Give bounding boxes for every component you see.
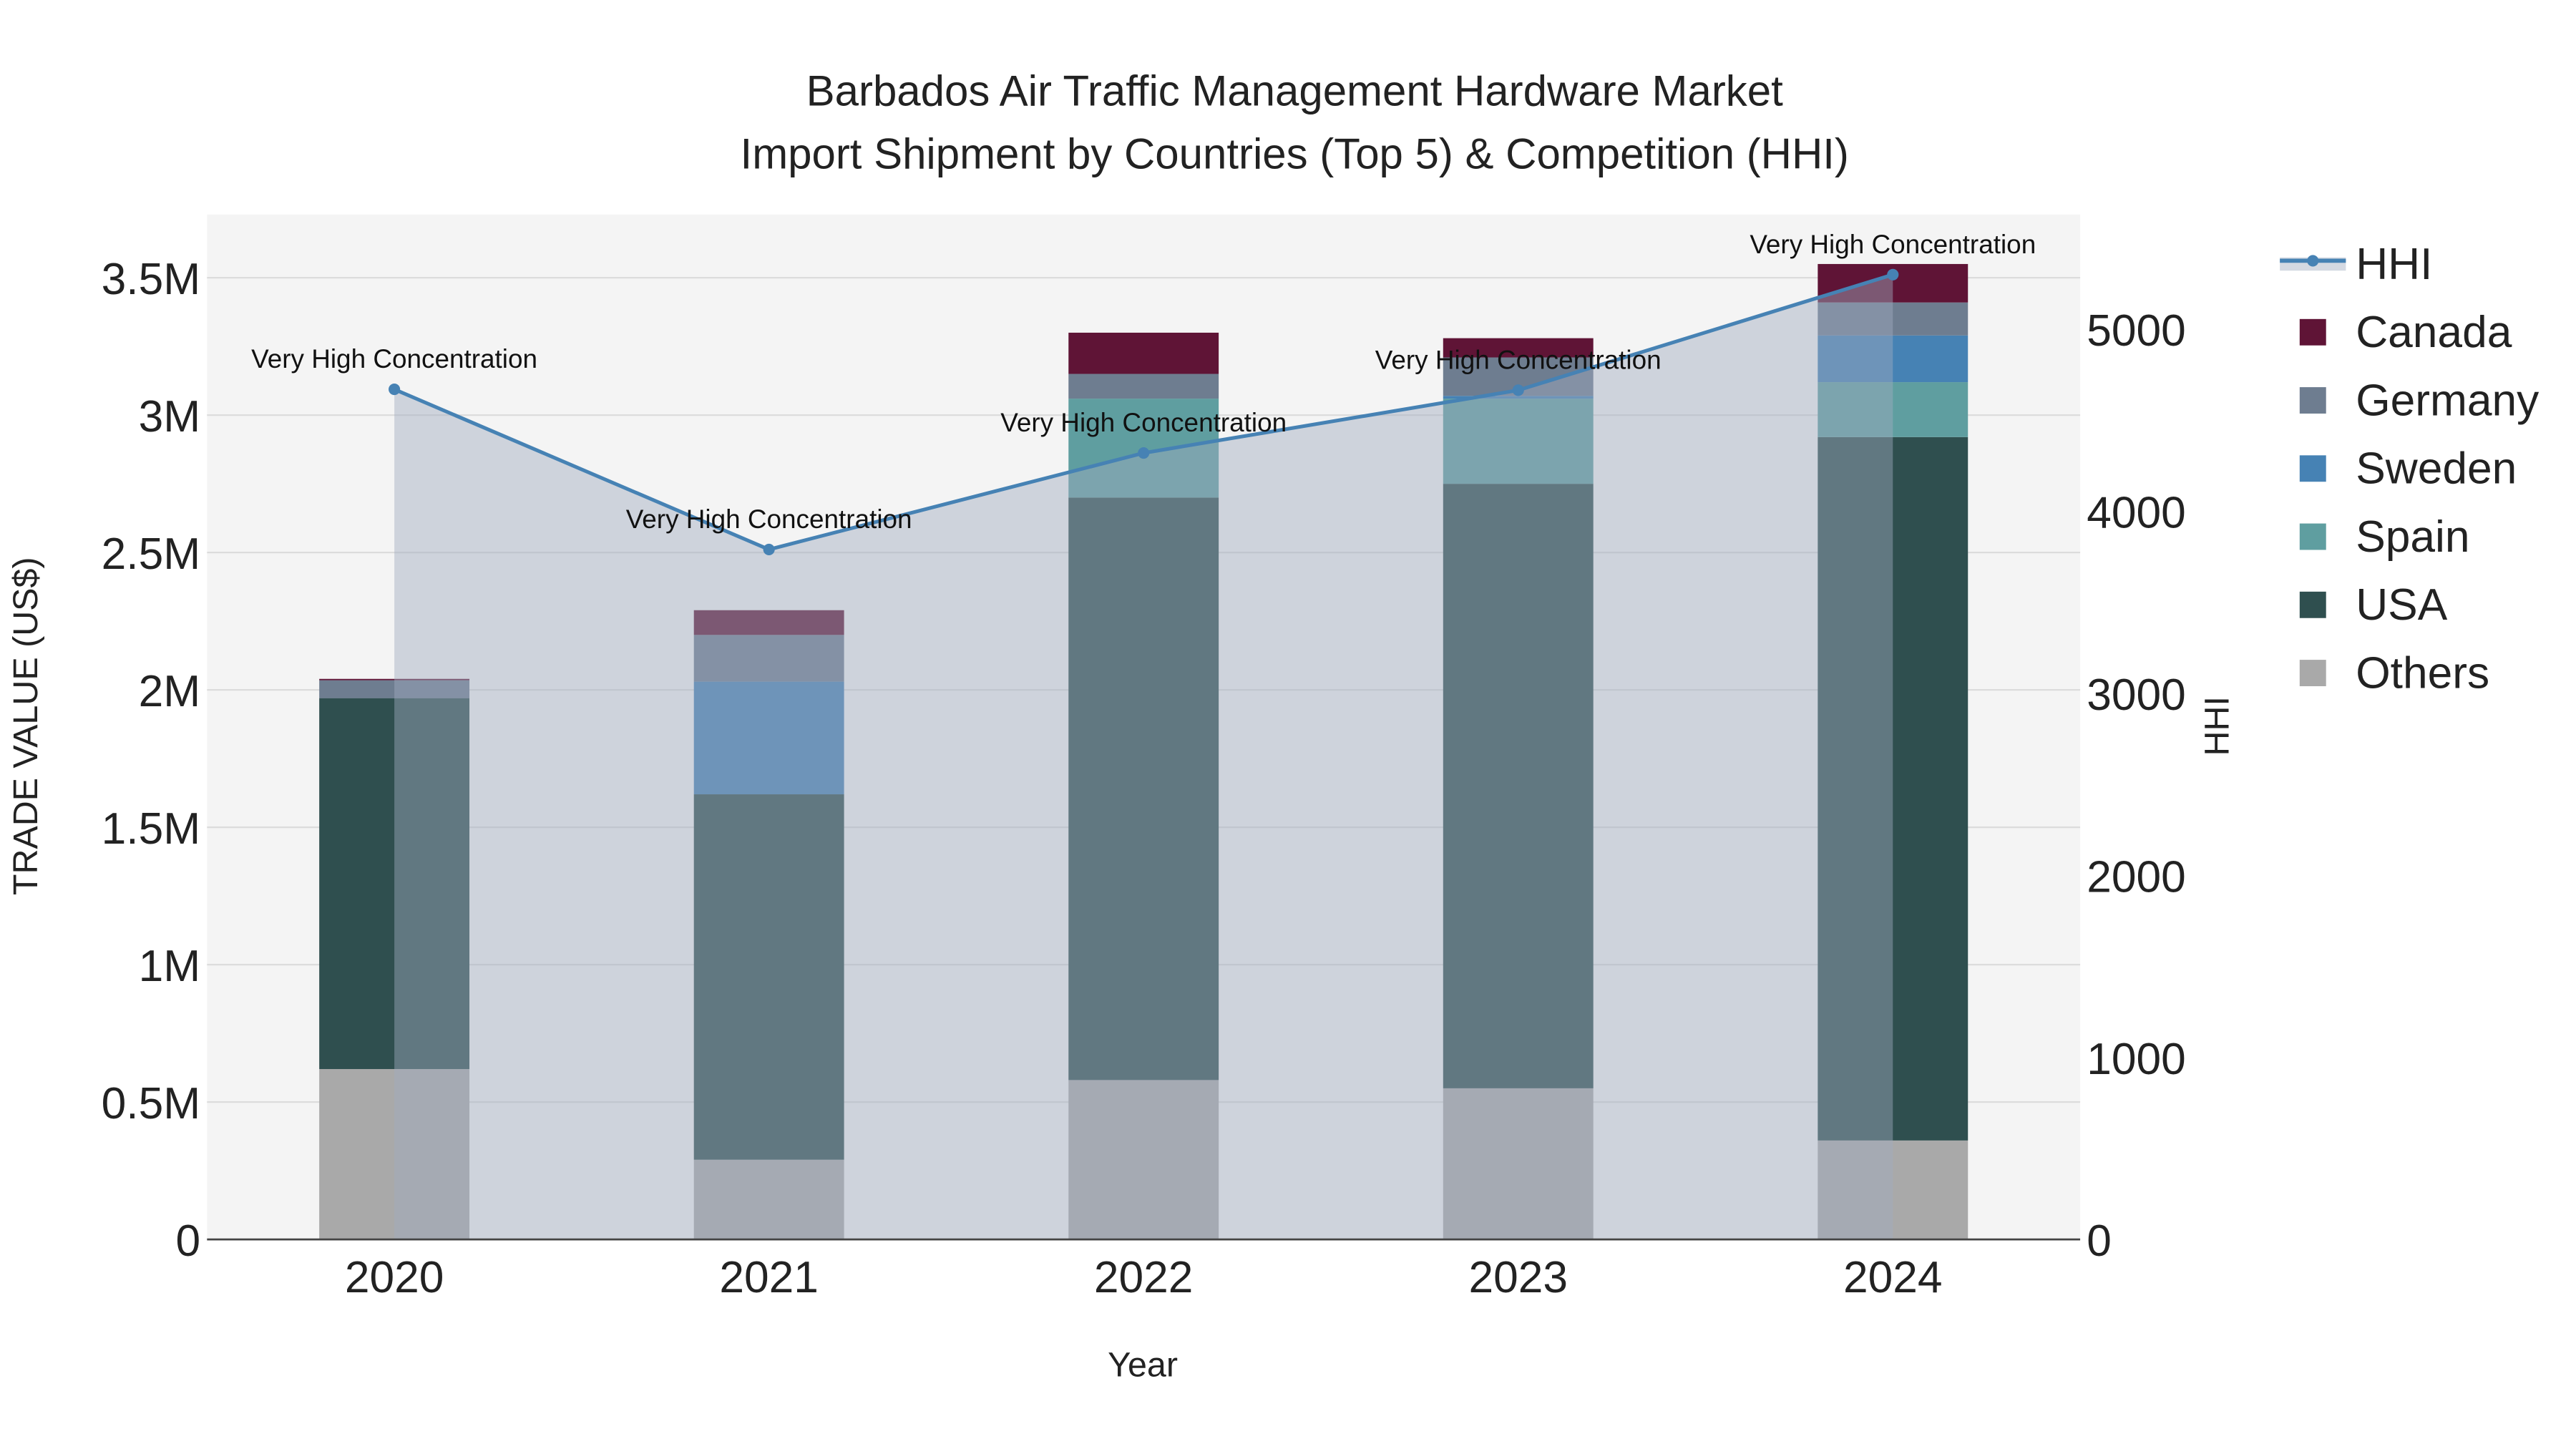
- legend-label: Spain: [2356, 512, 2469, 562]
- legend-item-sweden[interactable]: Sweden: [2299, 444, 2517, 494]
- legend-swatch: [2299, 318, 2326, 346]
- legend-item-spain[interactable]: Spain: [2299, 512, 2470, 562]
- y-tick-label: 2.5M: [102, 530, 200, 579]
- hhi-point-2022[interactable]: [1138, 447, 1150, 459]
- y-tick-label: 3M: [139, 392, 201, 441]
- y2-tick-label: 5000: [2087, 306, 2186, 356]
- legend-swatch: [2299, 523, 2326, 550]
- legend-label: Canada: [2356, 308, 2512, 357]
- y2-axis-title: HHI: [2198, 696, 2237, 756]
- hhi-annotation: Very High Concentration: [1000, 408, 1287, 437]
- legend-marker: [2307, 255, 2319, 267]
- hhi-point-2020[interactable]: [389, 383, 401, 396]
- hhi-annotation: Very High Concentration: [1375, 345, 1662, 374]
- y-tick-label: 3.5M: [102, 255, 200, 304]
- legend-label: Germany: [2356, 376, 2540, 425]
- legend-label: USA: [2356, 580, 2447, 630]
- x-tick-label: 2024: [1843, 1253, 1943, 1302]
- legend-swatch: [2299, 660, 2326, 686]
- y2-tick-label: 1000: [2087, 1035, 2186, 1084]
- legend-item-canada[interactable]: Canada: [2299, 308, 2512, 357]
- chart: Barbados Air Traffic Management Hardware…: [6, 67, 2540, 1385]
- legend-item-germany[interactable]: Germany: [2299, 376, 2540, 425]
- y-tick-label: 1.5M: [102, 804, 200, 854]
- hhi-annotation: Very High Concentration: [626, 504, 912, 534]
- y2-tick-label: 0: [2087, 1216, 2112, 1266]
- y2-tick-label: 2000: [2087, 852, 2186, 902]
- y2-tick-label: 3000: [2087, 670, 2186, 720]
- y-axis-title: TRADE VALUE (US$): [6, 557, 45, 895]
- y-tick-label: 1M: [139, 942, 201, 991]
- chart-title-line-1: Barbados Air Traffic Management Hardware…: [806, 67, 1783, 115]
- hhi-point-2024[interactable]: [1887, 268, 1899, 280]
- x-axis-title: Year: [1108, 1346, 1178, 1385]
- legend-item-others[interactable]: Others: [2299, 648, 2489, 698]
- y2-tick-label: 4000: [2087, 489, 2186, 538]
- hhi-annotation: Very High Concentration: [1750, 230, 2036, 259]
- legend-label: HHI: [2356, 240, 2432, 289]
- legend-swatch: [2299, 387, 2326, 414]
- legend-label: Others: [2356, 648, 2489, 698]
- legend-item-usa[interactable]: USA: [2299, 580, 2448, 630]
- chart-title-line-2: Import Shipment by Countries (Top 5) & C…: [741, 130, 1849, 177]
- y-tick-label: 2M: [139, 667, 201, 716]
- hhi-point-2021[interactable]: [763, 543, 775, 555]
- x-tick-label: 2023: [1468, 1253, 1568, 1302]
- legend-item-hhi[interactable]: HHI: [2280, 240, 2432, 289]
- x-tick-label: 2020: [345, 1253, 444, 1302]
- y-tick-label: 0.5M: [102, 1079, 200, 1128]
- x-tick-label: 2022: [1094, 1253, 1194, 1302]
- legend-swatch: [2299, 591, 2326, 618]
- hhi-annotation: Very High Concentration: [251, 344, 537, 374]
- x-tick-label: 2021: [719, 1253, 819, 1302]
- bar-canada-2022[interactable]: [1068, 332, 1219, 374]
- y-tick-label: 0: [175, 1216, 200, 1266]
- hhi-point-2023[interactable]: [1512, 384, 1524, 396]
- legend-swatch: [2299, 455, 2326, 482]
- bar-germany-2022[interactable]: [1068, 374, 1219, 399]
- legend-label: Sweden: [2356, 444, 2517, 494]
